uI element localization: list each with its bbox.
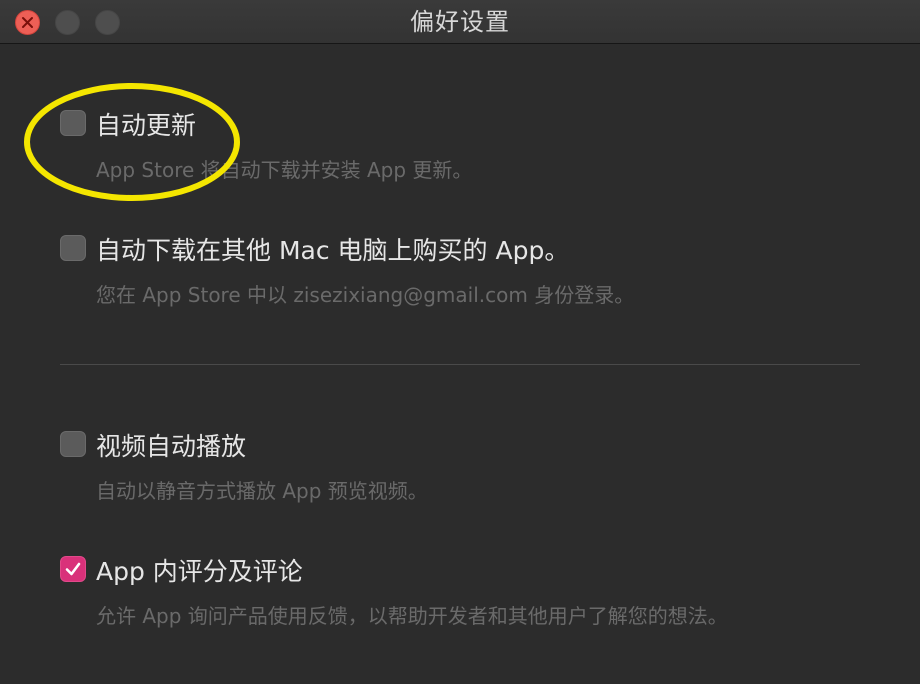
preferences-window: 偏好设置 自动更新 App Store 将自动下载并安装 App 更新。 自动下… — [0, 0, 920, 684]
in-app-ratings-checkbox[interactable] — [60, 556, 86, 582]
auto-download-label[interactable]: 自动下载在其他 Mac 电脑上购买的 App。 — [96, 231, 569, 267]
highlight-ellipse — [24, 83, 240, 201]
video-autoplay-description: 自动以静音方式播放 App 预览视频。 — [96, 479, 428, 503]
section-divider — [60, 364, 860, 365]
video-autoplay-label[interactable]: 视频自动播放 — [96, 427, 246, 463]
auto-download-description: 您在 App Store 中以 zisezixiang@gmail.com 身份… — [96, 283, 635, 307]
auto-update-label[interactable]: 自动更新 — [96, 106, 196, 142]
window-title: 偏好设置 — [410, 8, 510, 36]
preferences-content: 自动更新 App Store 将自动下载并安装 App 更新。 自动下载在其他 … — [0, 45, 920, 684]
title-bar[interactable]: 偏好设置 — [0, 0, 920, 44]
auto-update-description: App Store 将自动下载并安装 App 更新。 — [96, 158, 473, 182]
auto-download-checkbox[interactable] — [60, 235, 86, 261]
in-app-ratings-label[interactable]: App 内评分及评论 — [96, 552, 303, 588]
auto-update-checkbox[interactable] — [60, 110, 86, 136]
checkmark-icon — [65, 562, 81, 576]
video-autoplay-checkbox[interactable] — [60, 431, 86, 457]
in-app-ratings-description: 允许 App 询问产品使用反馈，以帮助开发者和其他用户了解您的想法。 — [96, 604, 728, 628]
